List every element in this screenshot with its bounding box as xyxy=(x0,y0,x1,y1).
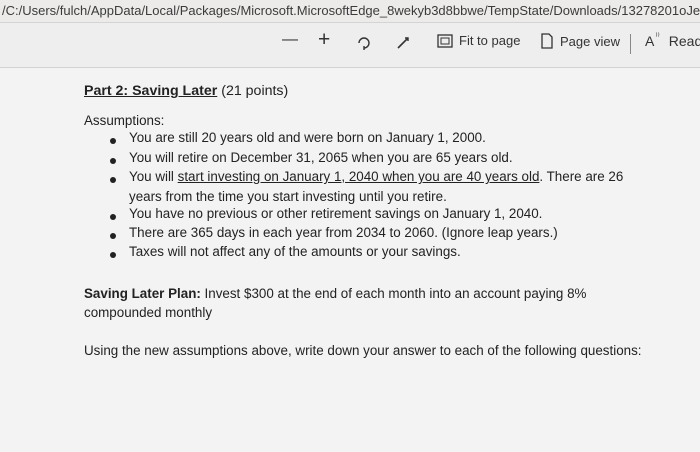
instruction-text: Using the new assumptions above, write d… xyxy=(84,343,642,358)
assumption-3-underlined: start investing on January 1, 2040 when … xyxy=(177,169,540,184)
assumption-6: Taxes will not affect any of the amounts… xyxy=(129,244,461,259)
bullet-dot xyxy=(110,233,116,239)
fit-to-page-label: Fit to page xyxy=(459,33,521,48)
assumption-3-end: . There are 26 xyxy=(539,169,624,184)
zoom-in-button[interactable]: + xyxy=(318,28,330,52)
plan-text: Invest $300 at the end of each month int… xyxy=(200,286,587,301)
read-aloud-icon: A xyxy=(645,33,655,49)
rotate-icon[interactable] xyxy=(356,35,378,51)
read-aloud-label: Read xyxy=(668,33,700,49)
assumption-2: You will retire on December 31, 2065 whe… xyxy=(129,150,513,165)
bullet-dot xyxy=(110,158,116,164)
assumption-3-start: You will xyxy=(129,169,178,184)
document-page: Part 2: Saving Later (21 points) Assumpt… xyxy=(0,68,700,452)
heading-title: Part 2: Saving Later xyxy=(84,83,218,99)
toolbar-divider xyxy=(630,34,631,54)
address-bar[interactable]: /C:/Users/fulch/AppData/Local/Packages/M… xyxy=(0,0,700,23)
assumption-1: You are still 20 years old and were born… xyxy=(129,130,486,145)
plan-line: Saving Later Plan: Invest $300 at the en… xyxy=(84,286,586,301)
plan-label: Saving Later Plan: xyxy=(84,286,201,301)
bullet-dot xyxy=(110,177,116,183)
assumption-3-continued: years from the time you start investing … xyxy=(129,189,447,204)
bullet-dot xyxy=(110,138,116,144)
draw-icon[interactable] xyxy=(395,35,417,51)
bullet-dot xyxy=(110,214,116,220)
bullet-dot xyxy=(110,252,116,258)
section-heading: Part 2: Saving Later (21 points) xyxy=(84,83,288,99)
page-view-label: Page view xyxy=(560,33,620,49)
assumption-4: You have no previous or other retirement… xyxy=(129,206,543,221)
assumption-5: There are 365 days in each year from 203… xyxy=(129,225,558,240)
fit-to-page-button[interactable]: Fit to page xyxy=(437,33,520,48)
zoom-out-button[interactable]: — xyxy=(282,31,298,49)
fit-page-icon xyxy=(437,33,453,48)
read-aloud-button[interactable]: A ⁾⁾ Read xyxy=(645,30,700,50)
pdf-toolbar: — + Fit to page Page view A ⁾⁾ Read xyxy=(0,23,700,68)
assumption-3: You will start investing on January 1, 2… xyxy=(129,169,623,184)
assumptions-label: Assumptions: xyxy=(84,113,165,128)
address-path[interactable]: /C:/Users/fulch/AppData/Local/Packages/M… xyxy=(2,3,700,18)
page-view-icon xyxy=(541,33,553,49)
page-view-button[interactable]: Page view xyxy=(540,33,620,49)
heading-points: (21 points) xyxy=(221,83,289,99)
plan-line-2: compounded monthly xyxy=(84,305,213,320)
read-aloud-waves: ⁾⁾ xyxy=(655,30,660,41)
